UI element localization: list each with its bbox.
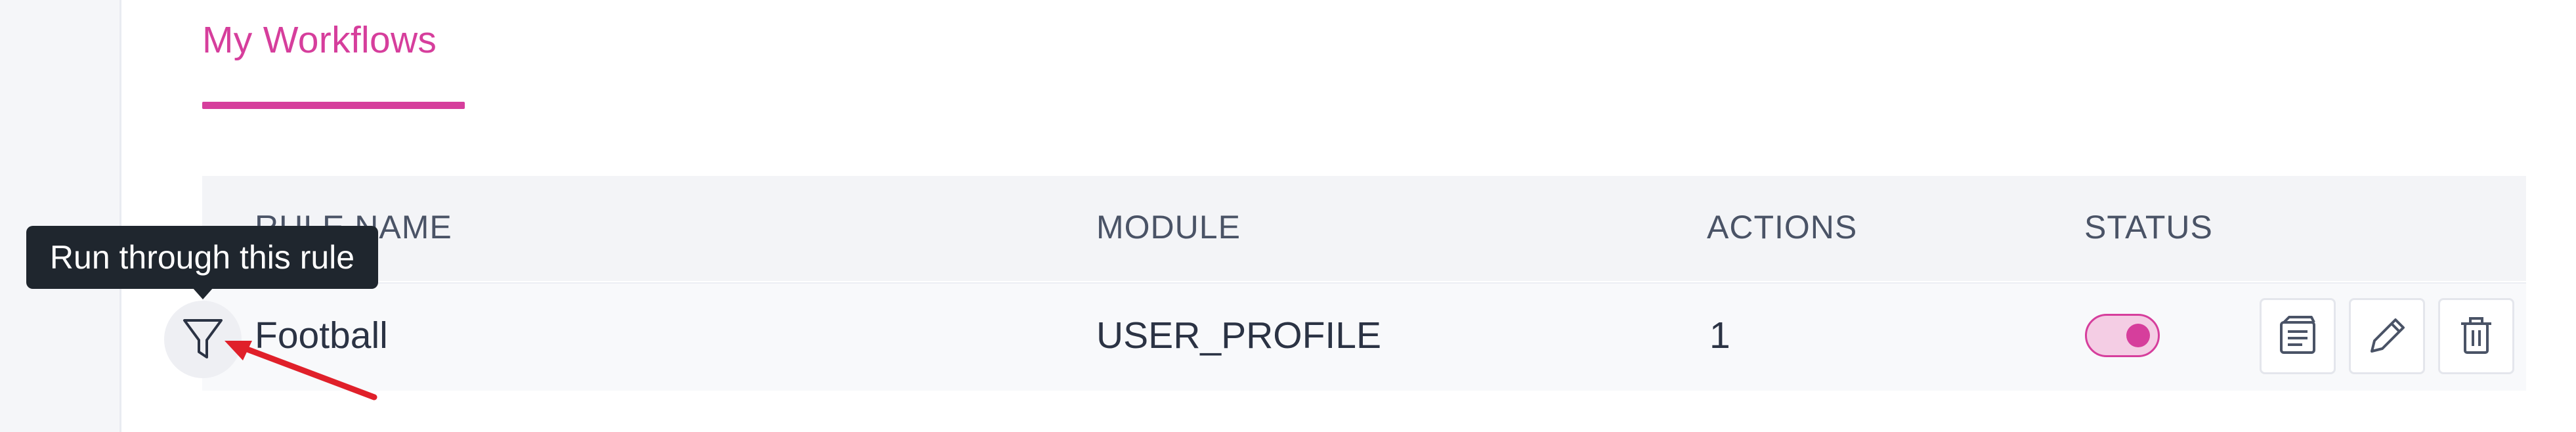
active-tab-indicator xyxy=(202,102,465,109)
view-details-button[interactable] xyxy=(2260,298,2336,374)
edit-button[interactable] xyxy=(2349,298,2425,374)
tab-my-workflows[interactable]: My Workflows xyxy=(202,18,437,62)
actions-count-cell: 1 xyxy=(1709,314,1730,356)
tooltip-pointer xyxy=(192,288,213,299)
column-header-module[interactable]: MODULE xyxy=(1096,208,1241,246)
status-toggle[interactable] xyxy=(2085,314,2160,357)
module-cell: USER_PROFILE xyxy=(1096,314,1381,356)
column-header-status[interactable]: STATUS xyxy=(2084,208,2213,246)
pencil-icon xyxy=(2371,318,2405,353)
view-details-icon xyxy=(2280,316,2315,354)
trash-icon xyxy=(2461,317,2491,354)
column-header-actions[interactable]: ACTIONS xyxy=(1707,208,1857,246)
tooltip: Run through this rule xyxy=(26,226,378,289)
delete-button[interactable] xyxy=(2438,298,2514,374)
funnel-icon xyxy=(183,319,223,358)
left-sidebar xyxy=(0,0,121,432)
toggle-knob xyxy=(2126,324,2150,347)
tooltip-text: Run through this rule xyxy=(49,239,355,276)
annotation-arrow-icon xyxy=(225,341,377,400)
